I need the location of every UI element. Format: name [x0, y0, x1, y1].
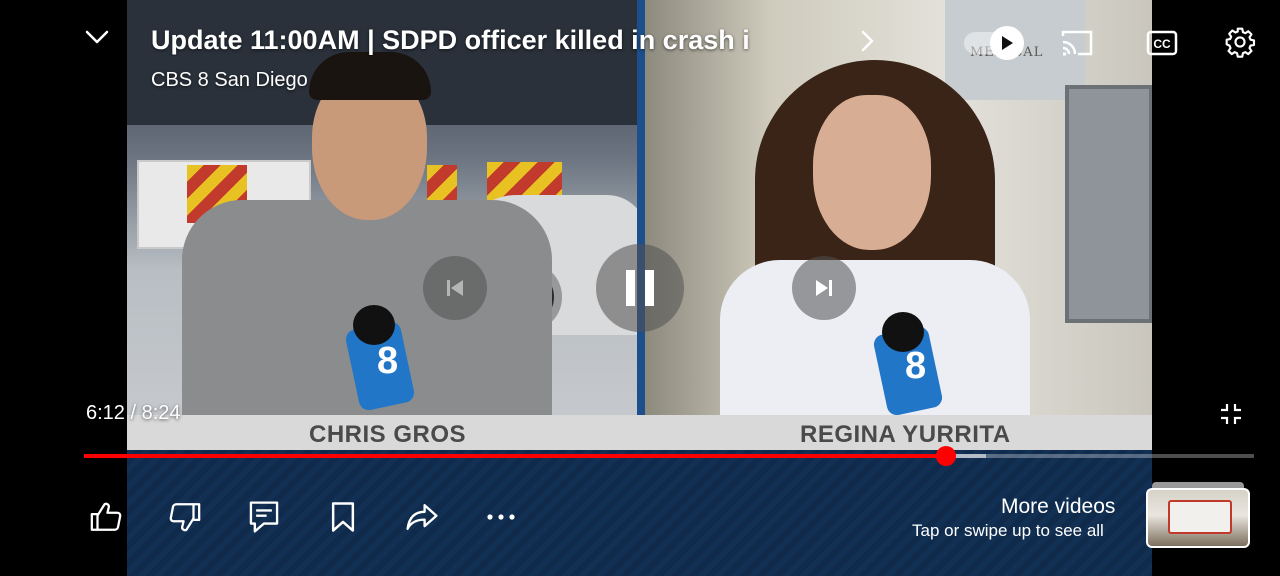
cast-icon	[1061, 30, 1093, 56]
previous-button[interactable]	[423, 256, 487, 320]
share-button[interactable]	[403, 498, 441, 536]
thumbs-down-icon	[169, 503, 201, 532]
progress-bar[interactable]	[84, 446, 1254, 466]
player-controls-overlay: Update 11:00AM | SDPD officer killed in …	[0, 0, 1280, 576]
chevron-right-icon	[861, 30, 874, 52]
gear-icon	[1225, 27, 1256, 58]
bookmark-icon	[331, 502, 355, 532]
video-player[interactable]: 8 MEDICAL 8 CHRIS GROS REGINA YURRITA	[0, 0, 1280, 576]
more-videos-thumbnail[interactable]	[1146, 482, 1250, 548]
skip-next-icon	[816, 280, 832, 296]
share-icon	[406, 504, 438, 530]
closed-captions-icon: CC	[1146, 30, 1178, 56]
more-horizontal-icon	[487, 514, 515, 520]
exit-fullscreen-icon	[1221, 404, 1241, 424]
skip-previous-icon	[447, 280, 463, 296]
channel-name[interactable]: CBS 8 San Diego	[151, 69, 308, 92]
next-button[interactable]	[792, 256, 856, 320]
more-videos-subtitle: Tap or swipe up to see all	[912, 521, 1104, 540]
more-options-button[interactable]	[482, 498, 520, 536]
pause-button[interactable]	[596, 244, 684, 332]
title-expand-button[interactable]	[855, 28, 879, 54]
video-title[interactable]: Update 11:00AM | SDPD officer killed in …	[151, 25, 821, 56]
progress-played	[84, 454, 947, 458]
cast-button[interactable]	[1058, 26, 1096, 60]
comment-icon	[249, 501, 279, 533]
dislike-button[interactable]	[167, 498, 203, 536]
chevron-down-icon	[85, 30, 109, 44]
time-display: 6:12 / 8:24	[86, 402, 181, 424]
comments-button[interactable]	[246, 498, 282, 536]
progress-scrubber[interactable]	[936, 446, 957, 466]
like-button[interactable]	[88, 498, 124, 536]
more-videos-title[interactable]: More videos	[1001, 495, 1115, 519]
settings-button[interactable]	[1222, 24, 1258, 60]
exit-fullscreen-button[interactable]	[1216, 399, 1246, 429]
thumbs-up-icon	[90, 502, 122, 531]
play-icon	[990, 26, 1024, 60]
pause-icon	[626, 270, 654, 306]
collapse-button[interactable]	[82, 24, 112, 50]
captions-button[interactable]: CC	[1145, 27, 1179, 59]
svg-text:CC: CC	[1153, 37, 1171, 51]
save-button[interactable]	[326, 498, 360, 536]
